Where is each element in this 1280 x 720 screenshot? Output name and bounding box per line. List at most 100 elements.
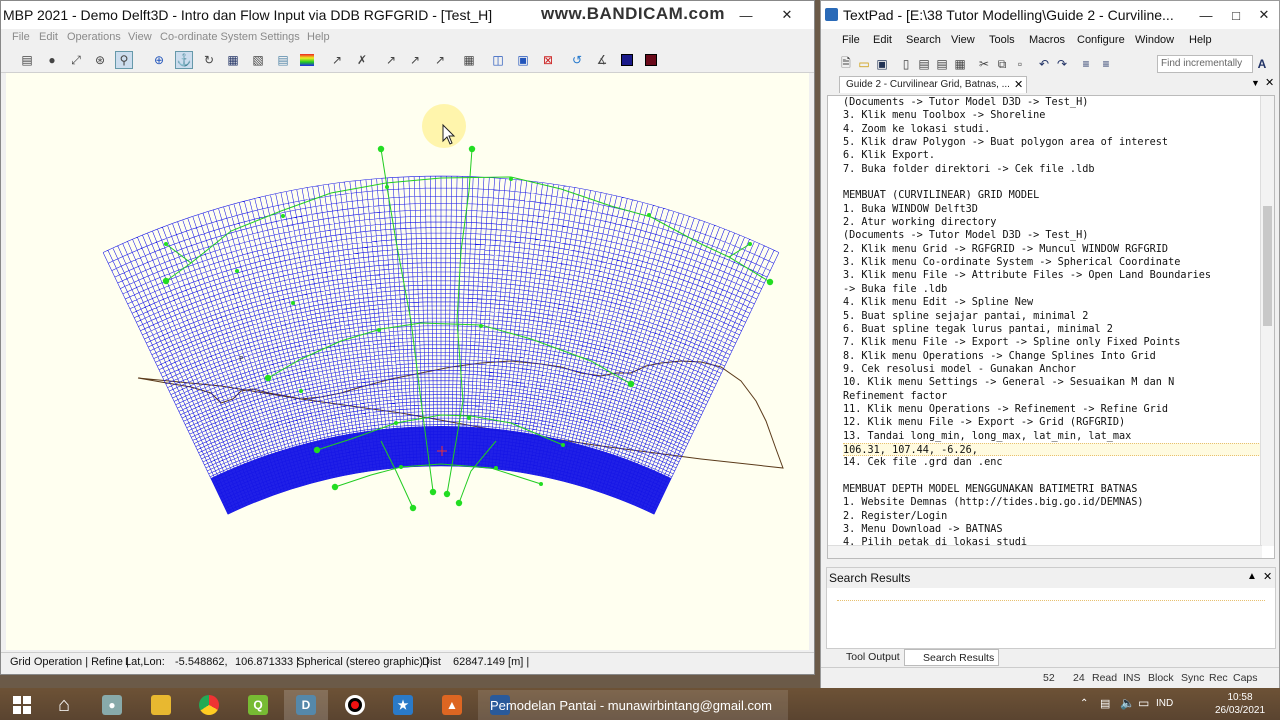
- menu-help[interactable]: Help: [307, 31, 330, 43]
- editor-line[interactable]: 14. Cek file .grd dan .enc: [843, 456, 1263, 469]
- close-panel-icon[interactable]: ✕: [1263, 570, 1272, 583]
- measure-button[interactable]: ∡: [593, 51, 611, 69]
- close-tab-icon[interactable]: ✕: [1014, 78, 1023, 91]
- tp-menu-edit[interactable]: Edit: [873, 34, 892, 46]
- tp-preview-button[interactable]: ▤: [933, 55, 951, 73]
- editor-line[interactable]: 13. Tandai long_min, long_max, lat_min, …: [843, 430, 1263, 443]
- tp-redo-button[interactable]: ↷: [1053, 55, 1071, 73]
- editor-line[interactable]: [843, 176, 1263, 189]
- taskbar-chrome[interactable]: [187, 690, 231, 720]
- editor-line[interactable]: 8. Klik menu Operations -> Change Spline…: [843, 350, 1263, 363]
- editor-line[interactable]: 1. Buka WINDOW Delft3D: [843, 203, 1263, 216]
- editor-line[interactable]: (Documents -> Tutor Model D3D -> Test_H): [843, 229, 1263, 242]
- spline-button-2[interactable]: ✗: [353, 51, 371, 69]
- tp-cut-button[interactable]: ✂: [975, 55, 993, 73]
- pin-icon[interactable]: ▲: [1247, 571, 1257, 582]
- editor-line[interactable]: 3. Klik menu Co-ordinate System -> Spher…: [843, 256, 1263, 269]
- editor-line[interactable]: (Documents -> Tutor Model D3D -> Test_H): [843, 96, 1263, 109]
- tp-outdent-button[interactable]: ≡: [1097, 55, 1115, 73]
- editor-line[interactable]: 2. Klik menu Grid -> RGFGRID -> Muncul W…: [843, 243, 1263, 256]
- start-button[interactable]: [0, 690, 44, 720]
- find-incrementally-input[interactable]: Find incrementally: [1157, 55, 1253, 73]
- spline-button-3[interactable]: ↗: [382, 51, 400, 69]
- tab-tool-output[interactable]: Tool Output: [828, 649, 904, 666]
- tool-button-2[interactable]: ▧: [249, 51, 267, 69]
- tp-close-button[interactable]: ✕: [1249, 1, 1279, 29]
- editor-vertical-scrollbar[interactable]: [1260, 96, 1274, 546]
- tp-menu-view[interactable]: View: [951, 34, 975, 46]
- tp-maximize-button[interactable]: □: [1221, 1, 1251, 29]
- tp-paste-button[interactable]: ▫: [1011, 55, 1029, 73]
- text-editor[interactable]: (Documents -> Tutor Model D3D -> Test_H)…: [827, 95, 1275, 559]
- spline-button-5[interactable]: ↗: [431, 51, 449, 69]
- battery-icon[interactable]: ▭: [1138, 696, 1149, 710]
- editor-line[interactable]: MEMBUAT DEPTH MODEL MENGGUNAKAN BATIMETR…: [843, 483, 1263, 496]
- tp-copy-button[interactable]: ⧉: [993, 55, 1011, 73]
- tp-menu-macros[interactable]: Macros: [1029, 34, 1065, 46]
- menu-coordinate-system[interactable]: Co-ordinate System: [160, 31, 257, 43]
- tp-font-button[interactable]: A: [1253, 55, 1271, 73]
- editor-line[interactable]: 11. Klik menu Operations -> Refinement -…: [843, 403, 1263, 416]
- anchor-button[interactable]: ⚓: [175, 51, 193, 69]
- editor-line[interactable]: 6. Buat spline tegak lurus pantai, minim…: [843, 323, 1263, 336]
- editor-line[interactable]: 4. Zoom ke lokasi studi.: [843, 123, 1263, 136]
- editor-line[interactable]: 2. Register/Login: [843, 510, 1263, 523]
- grid-extent-button[interactable]: ⊛: [91, 51, 109, 69]
- tray-chevron-icon[interactable]: ⌃: [1080, 698, 1088, 709]
- colorbar-button[interactable]: [298, 51, 316, 69]
- editor-line[interactable]: -> Buka file .ldb: [843, 283, 1263, 296]
- color-button-2[interactable]: [642, 51, 660, 69]
- taskbar-delft3d[interactable]: D: [284, 690, 328, 720]
- editor-line[interactable]: 5. Klik draw Polygon -> Buat polygon are…: [843, 136, 1263, 149]
- taskbar-matlab[interactable]: ▲: [430, 690, 474, 720]
- tp-save-button[interactable]: ▣: [873, 55, 891, 73]
- globe-button[interactable]: ●: [43, 51, 61, 69]
- grid-plot[interactable]: P: [6, 73, 809, 650]
- menu-view[interactable]: View: [128, 31, 152, 43]
- menu-settings[interactable]: Settings: [260, 31, 300, 43]
- tool-button-3[interactable]: ▤: [274, 51, 292, 69]
- grid-button-1[interactable]: ▦: [460, 51, 478, 69]
- spline-button-4[interactable]: ↗: [406, 51, 424, 69]
- document-tab[interactable]: Guide 2 - Curvilinear Grid, Batnas, ... …: [839, 76, 1027, 93]
- tp-undo-button[interactable]: ↶: [1035, 55, 1053, 73]
- taskbar-app-1[interactable]: ●: [90, 690, 134, 720]
- tab-search-results[interactable]: Search Results: [904, 649, 1000, 666]
- tp-menu-file[interactable]: File: [842, 34, 860, 46]
- rgfgrid-title-bar[interactable]: MBP 2021 - Demo Delft3D - Intro dan Flow…: [1, 1, 814, 29]
- clock[interactable]: 10:58 26/03/2021: [1210, 691, 1270, 717]
- editor-line[interactable]: 12. Klik menu File -> Export -> Grid (RG…: [843, 416, 1263, 429]
- tp-menu-configure[interactable]: Configure: [1077, 34, 1125, 46]
- editor-line[interactable]: 106.31, 107.44, -6.26,: [843, 442, 1263, 457]
- editor-line[interactable]: 9. Cek resolusi model - Gunakan Anchor: [843, 363, 1263, 376]
- menu-operations[interactable]: Operations: [67, 31, 121, 43]
- editor-line[interactable]: 5. Buat spline sejajar pantai, minimal 2: [843, 310, 1263, 323]
- network-icon[interactable]: ▤: [1100, 697, 1110, 710]
- taskbar-bandicam[interactable]: [333, 690, 377, 720]
- tp-open-button[interactable]: ▭: [855, 55, 873, 73]
- editor-line[interactable]: 1. Website Demnas (http://tides.big.go.i…: [843, 496, 1263, 509]
- language-indicator[interactable]: IND: [1156, 698, 1173, 709]
- editor-line[interactable]: 2. Atur working directory: [843, 216, 1263, 229]
- menu-file[interactable]: File: [12, 31, 30, 43]
- editor-line[interactable]: 3. Klik menu Toolbox -> Shoreline: [843, 109, 1263, 122]
- tp-menu-help[interactable]: Help: [1189, 34, 1212, 46]
- tool-button-1[interactable]: ▦: [224, 51, 242, 69]
- editor-line[interactable]: [843, 470, 1263, 483]
- editor-line[interactable]: 10. Klik menu Settings -> General -> Ses…: [843, 376, 1263, 389]
- grid-canvas[interactable]: P: [6, 73, 809, 650]
- editor-line[interactable]: Refinement factor: [843, 390, 1263, 403]
- tab-list-chevron-icon[interactable]: ▼: [1251, 78, 1260, 88]
- zoom-extent-button[interactable]: ⤢: [67, 51, 85, 69]
- tp-doc-button[interactable]: ▯: [897, 55, 915, 73]
- grid-button-2[interactable]: ◫: [489, 51, 507, 69]
- minimize-button[interactable]: —: [723, 1, 769, 29]
- editor-line[interactable]: 3. Klik menu File -> Attribute Files -> …: [843, 269, 1263, 282]
- menu-edit[interactable]: Edit: [39, 31, 58, 43]
- center-button[interactable]: ⊕: [150, 51, 168, 69]
- zoom-button[interactable]: ⚲: [115, 51, 133, 69]
- close-button[interactable]: ✕: [767, 1, 807, 29]
- tp-print-button[interactable]: ▤: [915, 55, 933, 73]
- textpad-title-bar[interactable]: TextPad - [E:\38 Tutor Modelling\Guide 2…: [821, 1, 1279, 29]
- volume-icon[interactable]: 🔈: [1120, 696, 1135, 710]
